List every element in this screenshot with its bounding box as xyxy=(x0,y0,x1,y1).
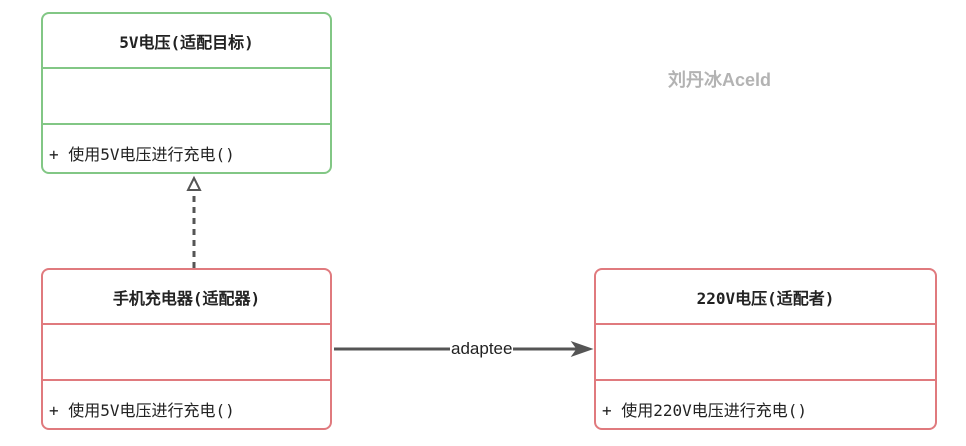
association-label: adaptee xyxy=(450,337,514,361)
class-box-adaptee[interactable]: 220V电压(适配者) + 使用220V电压进行充电() xyxy=(594,268,937,430)
class-method: + 使用5V电压进行充电() xyxy=(43,123,330,172)
class-name: 手机充电器(适配器) xyxy=(112,288,261,308)
class-name: 5V电压(适配目标) xyxy=(119,32,254,52)
class-attributes xyxy=(43,323,330,379)
class-box-target[interactable]: 5V电压(适配目标) + 使用5V电压进行充电() xyxy=(41,12,332,174)
class-name: 220V电压(适配者) xyxy=(696,288,835,308)
class-box-adapter[interactable]: 手机充电器(适配器) + 使用5V电压进行充电() xyxy=(41,268,332,430)
class-attributes xyxy=(43,67,330,123)
class-method: + 使用220V电压进行充电() xyxy=(596,379,935,428)
watermark: 刘丹冰Aceld xyxy=(668,70,772,90)
hollow-triangle-arrowhead xyxy=(186,175,202,191)
class-method: + 使用5V电压进行充电() xyxy=(43,379,330,428)
class-attributes xyxy=(596,323,935,379)
